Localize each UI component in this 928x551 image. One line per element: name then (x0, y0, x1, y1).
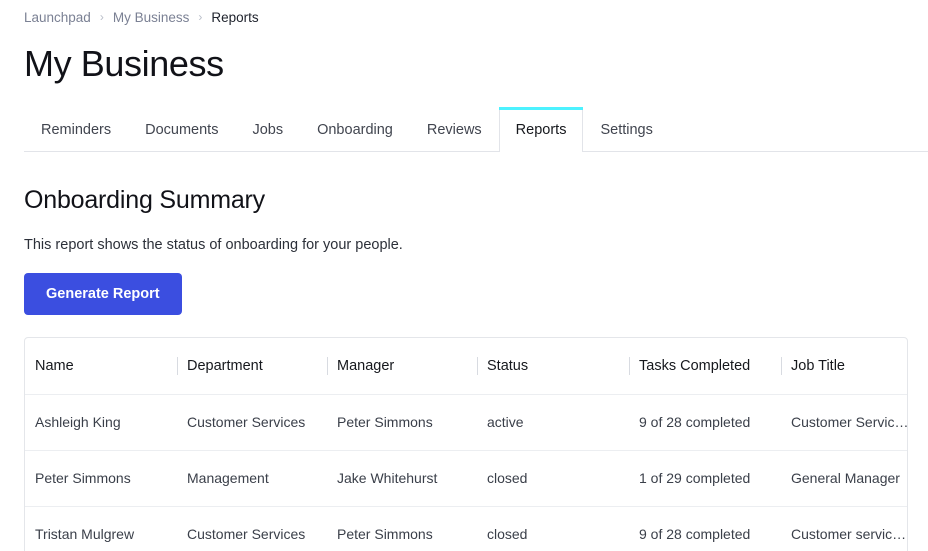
column-header-job-title[interactable]: Job Title (781, 338, 907, 395)
cell-status: closed (477, 450, 629, 507)
active-tab-rule-mask (499, 150, 583, 152)
tab-onboarding[interactable]: Onboarding (300, 110, 410, 151)
cell-job-title: Customer Service R… (781, 394, 907, 451)
tab-jobs[interactable]: Jobs (235, 110, 300, 151)
report-title: Onboarding Summary (24, 185, 265, 214)
cell-name: Tristan Mulgrew (25, 506, 177, 551)
generate-report-button[interactable]: Generate Report (24, 272, 182, 316)
report-description: This report shows the status of onboardi… (24, 236, 403, 253)
cell-department: Customer Services (177, 394, 327, 451)
page-root: Launchpad › My Business › Reports My Bus… (0, 0, 928, 551)
cell-tasks-completed: 9 of 28 completed (629, 506, 781, 551)
cell-status: active (477, 394, 629, 451)
breadcrumb-item-launchpad[interactable]: Launchpad (24, 10, 91, 25)
breadcrumb-separator-icon: › (198, 9, 203, 24)
table-row[interactable]: Tristan Mulgrew Customer Services Peter … (25, 506, 907, 551)
breadcrumb-separator-icon: › (99, 9, 104, 24)
breadcrumb: Launchpad › My Business › Reports (0, 0, 928, 28)
table-body: Ashleigh King Customer Services Peter Si… (25, 394, 907, 551)
column-header-tasks-completed[interactable]: Tasks Completed (629, 338, 781, 395)
page-title: My Business (24, 43, 224, 84)
tab-reports[interactable]: Reports (498, 107, 584, 152)
column-header-name[interactable]: Name (25, 338, 177, 395)
cell-manager: Jake Whitehurst (327, 450, 477, 507)
report-table: Name Department Manager Status Tasks Com… (25, 338, 907, 551)
cell-tasks-completed: 9 of 28 completed (629, 394, 781, 451)
cell-department: Management (177, 450, 327, 507)
cell-job-title: Customer services … (781, 506, 907, 551)
column-header-department[interactable]: Department (177, 338, 327, 395)
cell-status: closed (477, 506, 629, 551)
breadcrumb-item-my-business[interactable]: My Business (113, 10, 190, 25)
cell-department: Customer Services (177, 506, 327, 551)
cell-name: Ashleigh King (25, 394, 177, 451)
table-row[interactable]: Peter Simmons Management Jake Whitehurst… (25, 450, 907, 507)
table-row[interactable]: Ashleigh King Customer Services Peter Si… (25, 394, 907, 451)
table-header-row: Name Department Manager Status Tasks Com… (25, 338, 907, 395)
cell-job-title: General Manager (781, 450, 907, 507)
tab-bar: Reminders Documents Jobs Onboarding Revi… (0, 107, 928, 152)
column-header-status[interactable]: Status (477, 338, 629, 395)
tab-reviews[interactable]: Reviews (410, 110, 499, 151)
cell-manager: Peter Simmons (327, 506, 477, 551)
tab-documents[interactable]: Documents (128, 110, 235, 151)
report-actions: Generate Report (0, 253, 928, 316)
tab-settings[interactable]: Settings (583, 110, 669, 151)
tab-list: Reminders Documents Jobs Onboarding Revi… (0, 107, 928, 152)
report-table-card: Name Department Manager Status Tasks Com… (24, 337, 908, 551)
cell-name: Peter Simmons (25, 450, 177, 507)
table-header: Name Department Manager Status Tasks Com… (25, 338, 907, 395)
tab-reminders[interactable]: Reminders (24, 110, 128, 151)
breadcrumb-item-reports: Reports (211, 10, 259, 25)
cell-manager: Peter Simmons (327, 394, 477, 451)
cell-tasks-completed: 1 of 29 completed (629, 450, 781, 507)
column-header-manager[interactable]: Manager (327, 338, 477, 395)
